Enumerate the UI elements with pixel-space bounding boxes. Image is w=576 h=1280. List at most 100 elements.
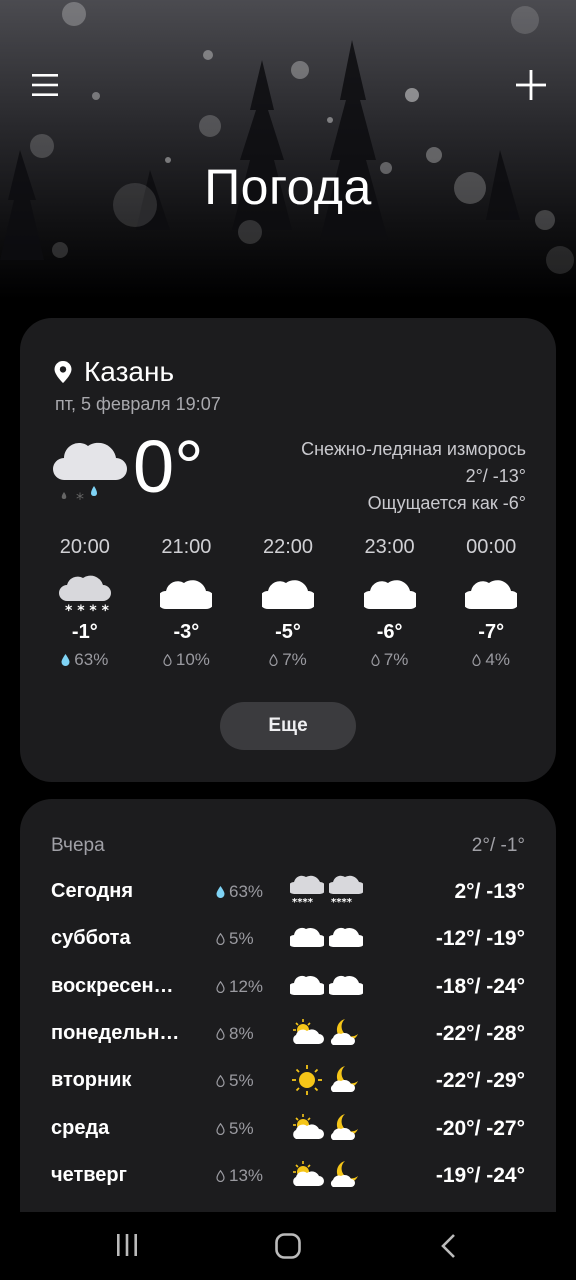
hour-time: 21:00 [161,536,212,558]
day-name: понедельн… [51,1022,180,1044]
precip-value: 7% [383,650,409,669]
day-name: суббота [51,927,131,949]
hour-precipitation: 4% [440,650,542,670]
water-drop-icon [216,1123,225,1135]
current-weather-card[interactable]: Казань пт, 5 февраля 19:07 * 0° Снежно-л… [20,318,556,782]
day-temperatures: -22°/ -28° [435,1022,525,1045]
hour-temperature: -1° [71,621,98,643]
sun-cloud-icon [293,1161,324,1186]
hour-precipitation: 63% [34,650,136,670]
current-temperature: 0° [133,425,204,508]
water-drop-icon [216,933,225,945]
hourly-item: 22:00 -5° 7% [237,536,339,670]
cloud-icon [261,580,314,609]
cloud-icon [329,975,363,995]
daily-row[interactable]: воскресен… 12% -18°/ -24° [20,975,556,1022]
water-drop-icon [61,654,70,666]
water-drop-icon [163,654,172,666]
daily-row[interactable]: Сегодня 63% **** **** 2°/ -13° [20,875,556,927]
recents-icon[interactable] [114,1232,140,1260]
precip-value: 63% [74,650,109,669]
moon-cloud-icon [330,1019,358,1045]
svg-text:* * * *: * * * * [65,603,110,617]
precip-value: 13% [229,1166,264,1185]
day-temperatures: -19°/ -24° [435,1164,525,1187]
water-drop-icon [269,654,278,666]
moon-cloud-icon [330,1114,358,1140]
cloud-snow-icon: * * * * [58,575,111,617]
day-temperatures: -20°/ -27° [435,1117,525,1140]
hour-temperature: -7° [478,621,505,643]
day-name: воскресен… [51,975,174,997]
day-precipitation: 5% [216,929,254,949]
daily-row[interactable]: суббота 5% -12°/ -19° [20,927,556,974]
yesterday-temperatures: 2°/ -1° [471,835,525,856]
hour-time: 00:00 [466,536,517,558]
daily-row[interactable]: четверг 13% -19°/ -24° [20,1161,556,1211]
hour-temperature: -6° [376,621,403,643]
moon-cloud-icon [330,1161,358,1187]
day-temperatures: -12°/ -19° [435,927,525,950]
yesterday-label: Вчера [51,835,105,856]
hour-time: 23:00 [364,536,415,558]
hamburger-menu-icon[interactable] [30,70,60,100]
hour-temperature: -5° [275,621,301,643]
precip-value: 63% [229,882,264,901]
day-precipitation: 12% [216,977,263,997]
city-name: Казань [84,356,175,387]
water-drop-icon [216,981,225,993]
day-name: вторник [51,1069,132,1091]
svg-text:*: * [76,489,84,508]
cloud-icon [329,927,363,947]
svg-text:****: **** [331,897,353,908]
day-temperatures: -18°/ -24° [435,975,525,998]
page-title: Погода [204,159,372,215]
day-precipitation: 13% [216,1166,263,1186]
hourly-item: 00:00 -7° 4% [440,536,542,670]
hour-precipitation: 7% [339,650,441,670]
hourly-item: 23:00 -6° 7% [339,536,441,670]
day-name: четверг [51,1164,127,1186]
plus-icon[interactable] [512,66,550,104]
svg-text:****: **** [292,897,314,908]
snowy-forest-backdrop [0,2,574,274]
day-temperatures: 2°/ -13° [454,880,526,903]
more-button[interactable]: Еще [220,702,356,750]
hourly-item: 20:00 * * * * -1° 63% [34,536,136,670]
day-temperatures: -22°/ -29° [435,1069,525,1092]
day-name: Сегодня [51,880,134,902]
cloud-icon [465,580,518,609]
back-icon[interactable] [438,1232,460,1260]
system-navigation-bar [0,1212,576,1280]
water-drop-icon [216,1075,225,1087]
feels-like-temperature: Ощущается как -6° [367,493,526,513]
cloud-icon [290,975,324,995]
cloud-icon [160,580,213,609]
precip-value: 5% [229,1071,254,1090]
hour-time: 22:00 [262,536,314,558]
water-drop-icon [216,1028,225,1040]
current-description: Снежно-ледяная изморось 2°/ -13° Ощущает… [301,436,526,517]
precip-value: 7% [282,650,307,669]
cloud-sleet-icon: * [53,442,127,508]
hourly-forecast: 20:00 * * * * -1° 63% 21:00 -3° 10% 22:0 [34,536,542,670]
cloud-icon [363,580,416,609]
daily-row[interactable]: вторник 5% -22°/ -29° [20,1065,556,1116]
day-precipitation: 5% [216,1071,254,1091]
water-drop-icon [371,654,380,666]
hour-temperature: -3° [173,621,200,643]
cloud-snow-icon: **** [329,875,363,908]
high-low-temperature: 2°/ -13° [465,466,526,486]
daily-forecast-card[interactable]: Вчера 2°/ -1° Сегодня 63% **** **** 2°/ … [20,799,556,1229]
day-precipitation: 63% [216,882,263,902]
cloud-snow-icon: **** [290,875,324,908]
precip-value: 5% [229,1119,254,1138]
water-drop-icon [472,654,481,666]
home-icon[interactable] [274,1232,302,1260]
precip-value: 12% [229,977,264,996]
hourly-item: 21:00 -3° 10% [136,536,238,670]
daily-row[interactable]: понедельн… 8% -22°/ -28° [20,1019,556,1069]
location: Казань [54,356,174,388]
daily-row[interactable]: среда 5% -20°/ -27° [20,1114,556,1164]
precip-value: 4% [485,650,510,669]
